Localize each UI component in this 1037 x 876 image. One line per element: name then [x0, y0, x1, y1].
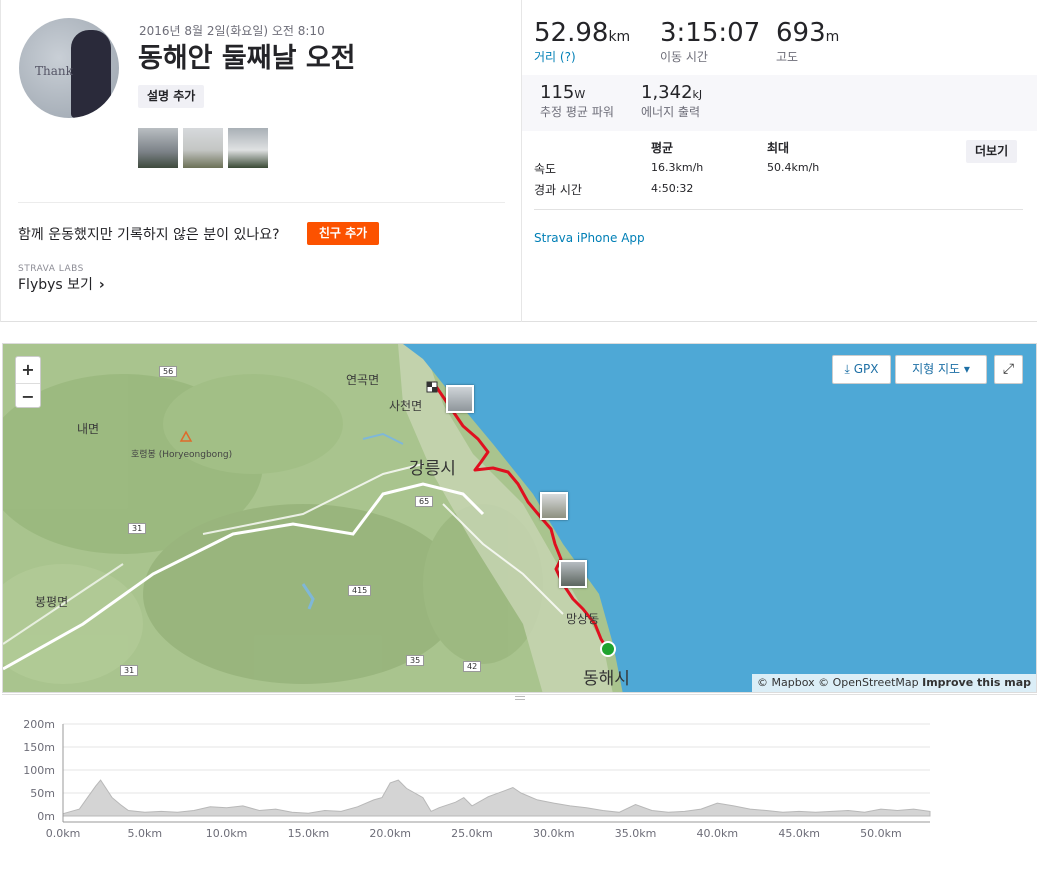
row-speed-avg: 16.3km/h: [651, 161, 704, 174]
more-button[interactable]: 더보기: [966, 140, 1018, 163]
zoom-out-button[interactable]: −: [16, 383, 40, 409]
energy-value: 1,342: [641, 82, 693, 103]
road-shield: 31: [120, 665, 139, 676]
map-type-dropdown[interactable]: 지형 지도 ▾: [895, 355, 987, 384]
energy-unit: kJ: [692, 88, 703, 101]
stat-power: 115W 추정 평균 파워: [540, 82, 614, 120]
place-label: 봉평면: [35, 595, 69, 609]
distance-label[interactable]: 거리 (?): [534, 48, 630, 65]
avatar[interactable]: Thank: [19, 18, 119, 118]
stat-energy: 1,342kJ 에너지 출력: [641, 82, 702, 120]
x-tick-label: 35.0km: [615, 827, 657, 840]
gpx-label: GPX: [853, 362, 879, 376]
photo-pin[interactable]: [446, 385, 474, 413]
improve-map-link[interactable]: Improve this map: [922, 676, 1031, 689]
place-label: 망상동: [566, 612, 600, 626]
road-shield: 35: [406, 655, 425, 666]
y-tick-label: 200m: [23, 718, 55, 731]
x-tick-label: 25.0km: [451, 827, 493, 840]
stat-elevation: 693m 고도: [776, 18, 839, 65]
row-speed-label: 속도: [534, 162, 557, 176]
x-tick-label: 0.0km: [46, 827, 81, 840]
place-label: 강릉시: [409, 459, 456, 479]
road-shield: 415: [348, 585, 372, 596]
power-unit: W: [574, 88, 586, 101]
row-elapsed-label: 경과 시간: [534, 183, 582, 197]
elevation-area: [62, 779, 931, 817]
y-tick-label: 100m: [23, 764, 55, 777]
elevation-profile[interactable]: 200m 150m 100m 50m 0m 0.0km 5.0km 10.0km 15.0km 2…: [2, 694, 1037, 875]
moving-time-value: 3:15:07: [660, 18, 761, 48]
place-label: 내면: [77, 422, 100, 436]
photo-thumbnail[interactable]: [138, 128, 178, 168]
x-tick-label: 30.0km: [533, 827, 575, 840]
place-label: 호령봉 (Horyeongbong): [131, 450, 233, 460]
x-tick-label: 20.0km: [369, 827, 411, 840]
divider: [534, 209, 1023, 210]
divider: [18, 202, 505, 203]
y-tick-label: 150m: [23, 741, 55, 754]
device-link[interactable]: Strava iPhone App: [534, 231, 645, 245]
zoom-control: + −: [15, 356, 41, 408]
y-tick-label: 0m: [37, 810, 55, 823]
photo-thumbnail[interactable]: [228, 128, 268, 168]
fullscreen-icon[interactable]: ⤢: [994, 355, 1023, 384]
add-friend-button[interactable]: 친구 추가: [307, 222, 379, 245]
x-tick-label: 45.0km: [778, 827, 820, 840]
elevation-label: 고도: [776, 50, 799, 64]
add-friend-question: 함께 운동했지만 기록하지 않은 분이 있나요?: [18, 227, 280, 243]
x-tick-label: 40.0km: [697, 827, 739, 840]
avatar-text: Thank: [35, 64, 73, 78]
energy-label: 에너지 출력: [641, 105, 701, 119]
activity-title: 동해안 둘째날 오전: [138, 43, 356, 74]
gpx-download-button[interactable]: ⤓ GPX: [832, 355, 891, 384]
avatar-figure: [71, 30, 111, 118]
distance-unit: km: [608, 29, 631, 45]
strava-labs-label: STRAVA LABS: [18, 264, 84, 274]
chevron-right-icon: ›: [98, 277, 105, 293]
row-speed-max: 50.4km/h: [767, 161, 820, 174]
photo-pin[interactable]: [540, 492, 568, 520]
start-marker: [600, 641, 616, 657]
table-col-avg: 평균: [651, 141, 674, 155]
download-icon: ⤓: [844, 362, 850, 376]
photo-pin[interactable]: [559, 560, 587, 588]
table-col-max: 최대: [767, 141, 790, 155]
power-value: 115: [540, 82, 575, 103]
road-shield: 42: [463, 661, 482, 672]
attribution-text: © Mapbox © OpenStreetMap: [757, 676, 919, 689]
x-tick-label: 50.0km: [860, 827, 902, 840]
elevation-unit: m: [825, 29, 840, 45]
flybys-label: Flybys 보기: [18, 277, 93, 293]
activity-header: Thank 2016년 8월 2일(화요일) 오전 8:10 동해안 둘째날 오…: [0, 0, 1037, 322]
power-label: 추정 평균 파워: [540, 105, 614, 119]
x-tick-label: 5.0km: [127, 827, 162, 840]
road-shield: 31: [128, 523, 147, 534]
photo-thumbnail[interactable]: [183, 128, 223, 168]
road-shield: 56: [159, 366, 178, 377]
row-elapsed-avg: 4:50:32: [651, 182, 694, 195]
stat-distance: 52.98km 거리 (?): [534, 18, 630, 65]
place-label: 연곡면: [346, 373, 380, 387]
activity-summary-panel: Thank 2016년 8월 2일(화요일) 오전 8:10 동해안 둘째날 오…: [0, 0, 522, 322]
zoom-in-button[interactable]: +: [16, 357, 40, 383]
y-tick-label: 50m: [30, 787, 55, 800]
flybys-link[interactable]: Flybys 보기 ›: [18, 274, 105, 294]
moving-time-label: 이동 시간: [660, 50, 708, 64]
x-tick-label: 10.0km: [206, 827, 248, 840]
stat-moving-time: 3:15:07 이동 시간: [660, 18, 760, 65]
x-tick-label: 15.0km: [288, 827, 330, 840]
distance-value: 52.98: [534, 18, 609, 48]
route-map[interactable]: 연곡면 사천면 내면 호령봉 (Horyeongbong) 강릉시 봉평면 망상…: [2, 343, 1037, 693]
elevation-value: 693: [776, 18, 826, 48]
road-shield: 65: [415, 496, 434, 507]
place-label: 동해시: [583, 669, 630, 689]
map-canvas: [3, 344, 1036, 692]
add-description-button[interactable]: 설명 추가: [138, 85, 205, 108]
elevation-chart: 200m 150m 100m 50m 0m 0.0km 5.0km 10.0km 15.0km 2…: [23, 718, 931, 840]
place-label: 사천면: [389, 399, 423, 413]
map-attribution: © Mapbox © OpenStreetMap Improve this ma…: [752, 674, 1036, 692]
